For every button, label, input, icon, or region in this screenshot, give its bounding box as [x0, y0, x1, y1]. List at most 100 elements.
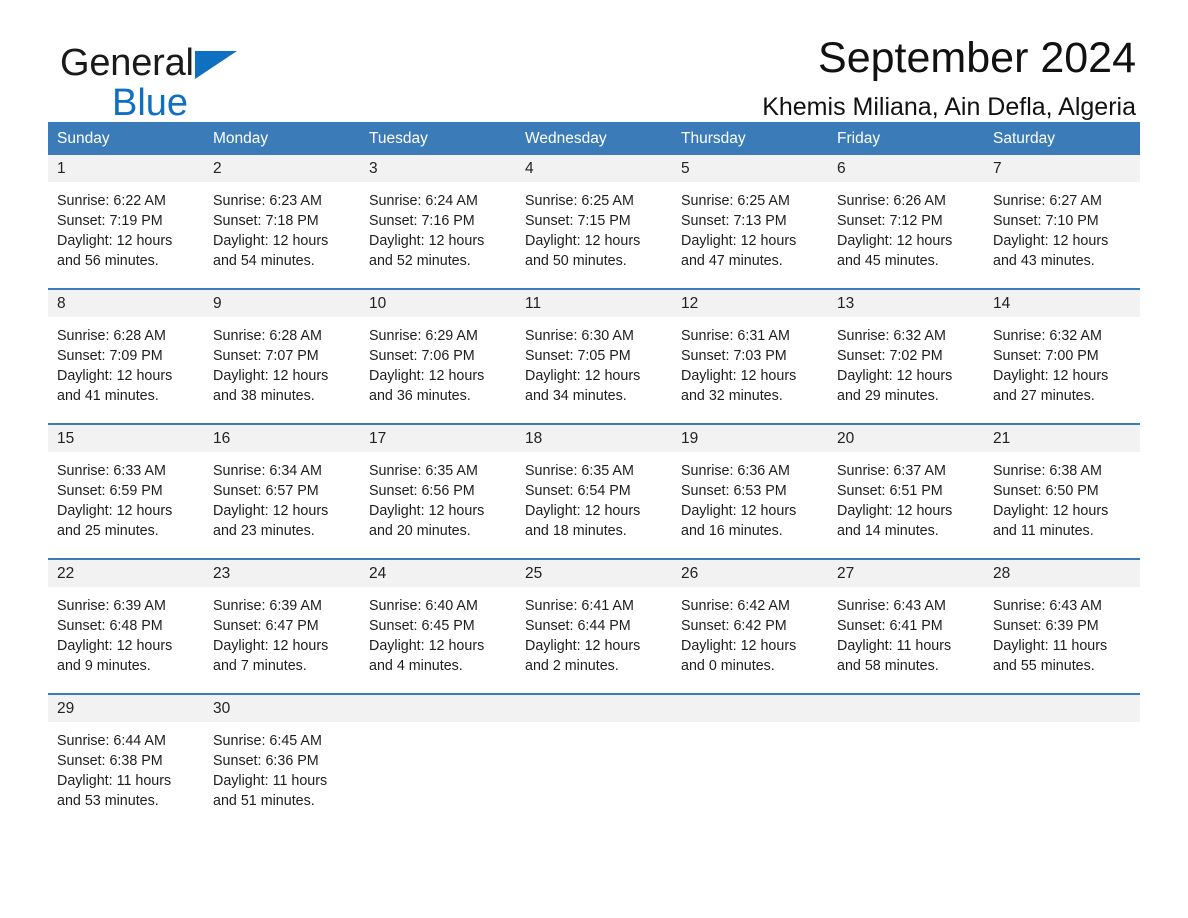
- day-cell[interactable]: 2 Sunrise: 6:23 AM Sunset: 7:18 PM Dayli…: [204, 155, 360, 288]
- day-number: [360, 695, 516, 722]
- day-details: Sunrise: 6:28 AM Sunset: 7:07 PM Dayligh…: [204, 317, 360, 406]
- daylight-text: Daylight: 12 hours and 4 minutes.: [369, 638, 485, 674]
- sunrise-text: Sunrise: 6:23 AM: [213, 193, 322, 209]
- day-cell[interactable]: 25 Sunrise: 6:41 AM Sunset: 6:44 PM Dayl…: [516, 560, 672, 693]
- day-cell[interactable]: 17 Sunrise: 6:35 AM Sunset: 6:56 PM Dayl…: [360, 425, 516, 558]
- day-cell[interactable]: 13 Sunrise: 6:32 AM Sunset: 7:02 PM Dayl…: [828, 290, 984, 423]
- day-number: 4: [516, 155, 672, 182]
- day-cell[interactable]: 12 Sunrise: 6:31 AM Sunset: 7:03 PM Dayl…: [672, 290, 828, 423]
- sunrise-text: Sunrise: 6:25 AM: [681, 193, 790, 209]
- sunset-text: Sunset: 6:53 PM: [681, 483, 787, 499]
- day-details: Sunrise: 6:34 AM Sunset: 6:57 PM Dayligh…: [204, 452, 360, 541]
- day-details: Sunrise: 6:32 AM Sunset: 7:00 PM Dayligh…: [984, 317, 1140, 406]
- calendar-page: General Blue September 2024 Khemis Milia…: [0, 0, 1188, 918]
- daylight-text: Daylight: 12 hours and 18 minutes.: [525, 503, 641, 539]
- weekday-header-wednesday: Wednesday: [525, 129, 607, 147]
- daylight-text: Daylight: 12 hours and 41 minutes.: [57, 368, 173, 404]
- sunset-text: Sunset: 7:02 PM: [837, 348, 943, 364]
- day-cell[interactable]: 18 Sunrise: 6:35 AM Sunset: 6:54 PM Dayl…: [516, 425, 672, 558]
- daylight-text: Daylight: 12 hours and 2 minutes.: [525, 638, 641, 674]
- day-cell[interactable]: 27 Sunrise: 6:43 AM Sunset: 6:41 PM Dayl…: [828, 560, 984, 693]
- sunrise-text: Sunrise: 6:30 AM: [525, 328, 634, 344]
- daylight-text: Daylight: 12 hours and 23 minutes.: [213, 503, 329, 539]
- day-cell[interactable]: 4 Sunrise: 6:25 AM Sunset: 7:15 PM Dayli…: [516, 155, 672, 288]
- day-details: Sunrise: 6:25 AM Sunset: 7:15 PM Dayligh…: [516, 182, 672, 271]
- day-details: Sunrise: 6:39 AM Sunset: 6:47 PM Dayligh…: [204, 587, 360, 676]
- day-cell[interactable]: 16 Sunrise: 6:34 AM Sunset: 6:57 PM Dayl…: [204, 425, 360, 558]
- day-cell[interactable]: 21 Sunrise: 6:38 AM Sunset: 6:50 PM Dayl…: [984, 425, 1140, 558]
- week-row: 22 Sunrise: 6:39 AM Sunset: 6:48 PM Dayl…: [48, 558, 1140, 693]
- day-cell[interactable]: 11 Sunrise: 6:30 AM Sunset: 7:05 PM Dayl…: [516, 290, 672, 423]
- day-cell[interactable]: 26 Sunrise: 6:42 AM Sunset: 6:42 PM Dayl…: [672, 560, 828, 693]
- daylight-text: Daylight: 11 hours and 53 minutes.: [57, 773, 172, 809]
- day-cell[interactable]: 10 Sunrise: 6:29 AM Sunset: 7:06 PM Dayl…: [360, 290, 516, 423]
- day-cell[interactable]: 23 Sunrise: 6:39 AM Sunset: 6:47 PM Dayl…: [204, 560, 360, 693]
- sunset-text: Sunset: 6:54 PM: [525, 483, 631, 499]
- sunrise-text: Sunrise: 6:34 AM: [213, 463, 322, 479]
- day-cell[interactable]: 6 Sunrise: 6:26 AM Sunset: 7:12 PM Dayli…: [828, 155, 984, 288]
- day-cell[interactable]: 28 Sunrise: 6:43 AM Sunset: 6:39 PM Dayl…: [984, 560, 1140, 693]
- sunrise-text: Sunrise: 6:41 AM: [525, 598, 634, 614]
- sunset-text: Sunset: 7:09 PM: [57, 348, 163, 364]
- day-cell[interactable]: 24 Sunrise: 6:40 AM Sunset: 6:45 PM Dayl…: [360, 560, 516, 693]
- day-details: Sunrise: 6:30 AM Sunset: 7:05 PM Dayligh…: [516, 317, 672, 406]
- day-number: 18: [516, 425, 672, 452]
- weekday-header-saturday: Saturday: [993, 129, 1056, 147]
- day-cell[interactable]: 22 Sunrise: 6:39 AM Sunset: 6:48 PM Dayl…: [48, 560, 204, 693]
- sunrise-text: Sunrise: 6:28 AM: [213, 328, 322, 344]
- day-cell[interactable]: 7 Sunrise: 6:27 AM Sunset: 7:10 PM Dayli…: [984, 155, 1140, 288]
- sunrise-text: Sunrise: 6:28 AM: [57, 328, 166, 344]
- sunset-text: Sunset: 7:13 PM: [681, 213, 787, 229]
- sunset-text: Sunset: 6:50 PM: [993, 483, 1099, 499]
- day-details: Sunrise: 6:41 AM Sunset: 6:44 PM Dayligh…: [516, 587, 672, 676]
- sunrise-text: Sunrise: 6:44 AM: [57, 733, 166, 749]
- day-details: Sunrise: 6:39 AM Sunset: 6:48 PM Dayligh…: [48, 587, 204, 676]
- day-details: Sunrise: 6:25 AM Sunset: 7:13 PM Dayligh…: [672, 182, 828, 271]
- day-cell[interactable]: 5 Sunrise: 6:25 AM Sunset: 7:13 PM Dayli…: [672, 155, 828, 288]
- day-cell[interactable]: 29 Sunrise: 6:44 AM Sunset: 6:38 PM Dayl…: [48, 695, 204, 828]
- sunrise-text: Sunrise: 6:39 AM: [213, 598, 322, 614]
- day-cell[interactable]: 8 Sunrise: 6:28 AM Sunset: 7:09 PM Dayli…: [48, 290, 204, 423]
- day-cell[interactable]: 15 Sunrise: 6:33 AM Sunset: 6:59 PM Dayl…: [48, 425, 204, 558]
- day-number: 25: [516, 560, 672, 587]
- day-number: 14: [984, 290, 1140, 317]
- day-details: Sunrise: 6:22 AM Sunset: 7:19 PM Dayligh…: [48, 182, 204, 271]
- title-block: September 2024 Khemis Miliana, Ain Defla…: [762, 35, 1136, 122]
- daylight-text: Daylight: 12 hours and 52 minutes.: [369, 233, 485, 269]
- day-details: Sunrise: 6:37 AM Sunset: 6:51 PM Dayligh…: [828, 452, 984, 541]
- sunset-text: Sunset: 7:06 PM: [369, 348, 475, 364]
- day-cell[interactable]: 14 Sunrise: 6:32 AM Sunset: 7:00 PM Dayl…: [984, 290, 1140, 423]
- day-details: Sunrise: 6:43 AM Sunset: 6:39 PM Dayligh…: [984, 587, 1140, 676]
- sunset-text: Sunset: 6:41 PM: [837, 618, 943, 634]
- day-details: Sunrise: 6:43 AM Sunset: 6:41 PM Dayligh…: [828, 587, 984, 676]
- sunrise-text: Sunrise: 6:35 AM: [525, 463, 634, 479]
- day-cell[interactable]: 20 Sunrise: 6:37 AM Sunset: 6:51 PM Dayl…: [828, 425, 984, 558]
- sunset-text: Sunset: 6:56 PM: [369, 483, 475, 499]
- day-cell-empty: [516, 695, 672, 828]
- day-details: [984, 722, 1140, 731]
- sunrise-text: Sunrise: 6:42 AM: [681, 598, 790, 614]
- sunrise-text: Sunrise: 6:40 AM: [369, 598, 478, 614]
- logo-text-general: General: [60, 42, 194, 84]
- day-details: Sunrise: 6:27 AM Sunset: 7:10 PM Dayligh…: [984, 182, 1140, 271]
- sunrise-text: Sunrise: 6:29 AM: [369, 328, 478, 344]
- sunset-text: Sunset: 7:03 PM: [681, 348, 787, 364]
- day-details: [516, 722, 672, 731]
- day-cell[interactable]: 3 Sunrise: 6:24 AM Sunset: 7:16 PM Dayli…: [360, 155, 516, 288]
- daylight-text: Daylight: 12 hours and 36 minutes.: [369, 368, 485, 404]
- day-number: 7: [984, 155, 1140, 182]
- sunset-text: Sunset: 6:42 PM: [681, 618, 787, 634]
- general-blue-logo[interactable]: General Blue: [60, 44, 237, 122]
- week-row: 15 Sunrise: 6:33 AM Sunset: 6:59 PM Dayl…: [48, 423, 1140, 558]
- sunset-text: Sunset: 7:19 PM: [57, 213, 163, 229]
- daylight-text: Daylight: 12 hours and 16 minutes.: [681, 503, 797, 539]
- day-cell[interactable]: 9 Sunrise: 6:28 AM Sunset: 7:07 PM Dayli…: [204, 290, 360, 423]
- day-details: Sunrise: 6:40 AM Sunset: 6:45 PM Dayligh…: [360, 587, 516, 676]
- weekday-header-sunday: Sunday: [57, 129, 110, 147]
- day-cell[interactable]: 30 Sunrise: 6:45 AM Sunset: 6:36 PM Dayl…: [204, 695, 360, 828]
- day-details: Sunrise: 6:35 AM Sunset: 6:54 PM Dayligh…: [516, 452, 672, 541]
- sunrise-text: Sunrise: 6:32 AM: [993, 328, 1102, 344]
- day-cell[interactable]: 1 Sunrise: 6:22 AM Sunset: 7:19 PM Dayli…: [48, 155, 204, 288]
- day-details: Sunrise: 6:28 AM Sunset: 7:09 PM Dayligh…: [48, 317, 204, 406]
- day-cell[interactable]: 19 Sunrise: 6:36 AM Sunset: 6:53 PM Dayl…: [672, 425, 828, 558]
